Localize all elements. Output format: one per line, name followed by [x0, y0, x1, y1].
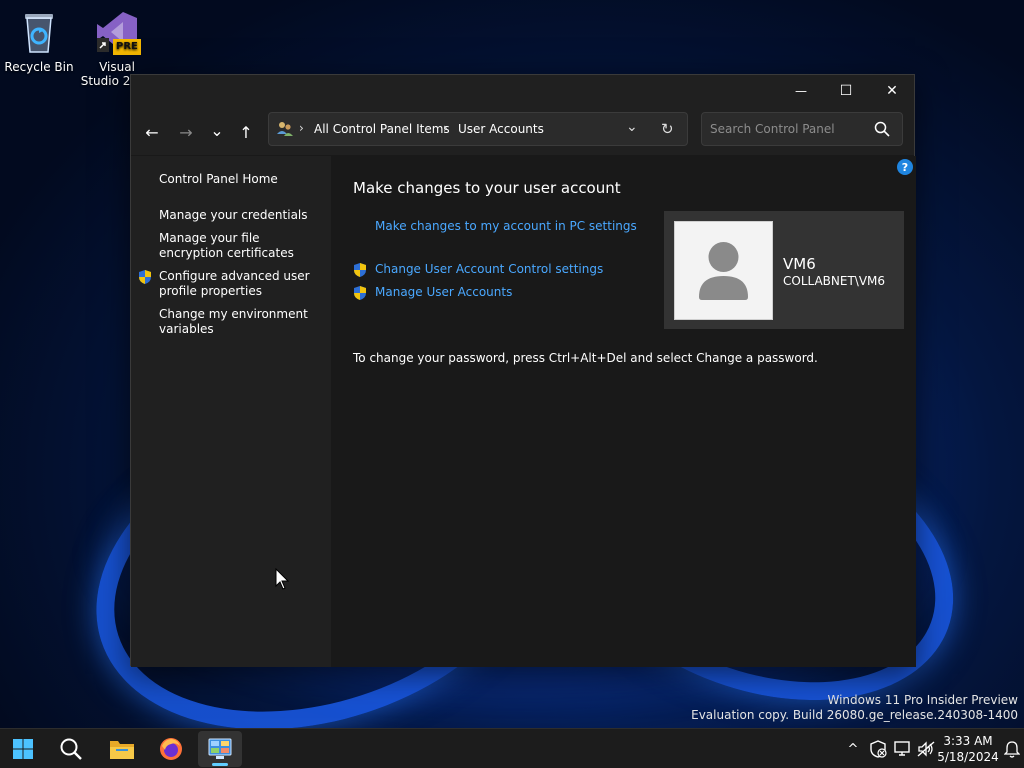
- uac-shield-icon: [138, 269, 152, 284]
- network-icon[interactable]: [892, 739, 912, 759]
- desktop-icon-label: Recycle Bin: [4, 60, 74, 74]
- back-button[interactable]: ←: [137, 117, 167, 147]
- avatar: [674, 221, 773, 320]
- windows-watermark: Windows 11 Pro Insider Preview Evaluatio…: [691, 693, 1018, 723]
- breadcrumb-user-accounts[interactable]: User Accounts: [458, 122, 544, 136]
- sidebar-link-advanced-profile[interactable]: Configure advanced user profile properti…: [159, 269, 324, 299]
- control-panel-taskbar-button[interactable]: [198, 731, 242, 767]
- maximize-button[interactable]: ☐: [823, 75, 869, 107]
- forward-button[interactable]: →: [171, 117, 201, 147]
- recent-locations-button[interactable]: ⌄: [202, 115, 232, 145]
- control-panel-window: — ☐ ✕ ← → ⌄ ↑ › All Control Panel Items …: [130, 74, 916, 667]
- up-button[interactable]: ↑: [231, 117, 261, 147]
- user-silhouette-icon: [699, 242, 748, 300]
- clock-time: 3:33 AM: [943, 734, 993, 748]
- search-icon[interactable]: [874, 121, 890, 141]
- start-button[interactable]: [1, 731, 45, 767]
- file-explorer-button[interactable]: [100, 731, 144, 767]
- folder-icon: [110, 741, 134, 759]
- page-title: Make changes to your user account: [353, 179, 621, 197]
- clock-date: 5/18/2024: [937, 750, 999, 764]
- chevron-down-icon[interactable]: ⌄: [626, 119, 638, 135]
- notifications-bell-icon[interactable]: [1002, 739, 1022, 759]
- firefox-button[interactable]: [149, 731, 193, 767]
- watermark-build: Evaluation copy. Build 26080.ge_release.…: [691, 708, 1018, 722]
- pc-settings-link[interactable]: Make changes to my account in PC setting…: [375, 219, 637, 233]
- taskbar-clock[interactable]: 3:33 AM 5/18/2024: [930, 733, 1006, 765]
- search-button[interactable]: [49, 731, 93, 767]
- uac-shield-icon: [353, 262, 367, 277]
- close-button[interactable]: ✕: [869, 75, 915, 107]
- user-domain: COLLABNET\VM6: [783, 274, 886, 288]
- sidebar-link-credentials[interactable]: Manage your credentials: [159, 208, 324, 223]
- sidebar-link-encryption[interactable]: Manage your file encryption certificates: [159, 231, 324, 261]
- watermark-edition: Windows 11 Pro Insider Preview: [827, 693, 1018, 707]
- navigation-toolbar: ← → ⌄ ↑ › All Control Panel Items › User…: [131, 107, 914, 155]
- desktop-icon-recycle-bin[interactable]: Recycle Bin: [1, 8, 77, 74]
- title-bar[interactable]: — ☐ ✕: [131, 75, 914, 107]
- mouse-cursor-icon: [275, 568, 289, 590]
- preview-badge: PRE: [113, 39, 141, 55]
- windows-logo-icon: [13, 739, 33, 759]
- users-icon: [276, 120, 294, 142]
- search-input[interactable]: [710, 121, 870, 137]
- manage-user-accounts-link[interactable]: Manage User Accounts: [375, 285, 512, 299]
- control-panel-home-link[interactable]: Control Panel Home: [159, 172, 324, 187]
- help-button[interactable]: ?: [897, 159, 913, 175]
- sidebar: Control Panel Home Manage your credentia…: [131, 156, 331, 667]
- minimize-button[interactable]: —: [778, 75, 824, 107]
- firefox-icon: [160, 738, 182, 760]
- address-bar[interactable]: › All Control Panel Items › User Account…: [268, 112, 688, 146]
- refresh-icon[interactable]: ↻: [661, 120, 674, 138]
- user-name: VM6: [783, 255, 816, 273]
- search-box[interactable]: [701, 112, 903, 146]
- show-hidden-icons-button[interactable]: ^: [843, 739, 863, 759]
- control-panel-icon: [208, 738, 232, 759]
- visual-studio-icon: PRE: [93, 8, 141, 56]
- sidebar-link-environment-variables[interactable]: Change my environment variables: [159, 307, 324, 337]
- recycle-bin-icon: [15, 8, 63, 56]
- taskbar: ^ 3:33 AM 5/18/2024: [0, 728, 1024, 768]
- security-status-icon[interactable]: [868, 739, 888, 759]
- password-instructions: To change your password, press Ctrl+Alt+…: [353, 351, 818, 365]
- search-icon: [60, 738, 82, 760]
- uac-shield-icon: [353, 285, 367, 300]
- user-card: VM6 COLLABNET\VM6: [664, 211, 904, 329]
- breadcrumb-all-control-panel-items[interactable]: All Control Panel Items: [314, 122, 450, 136]
- uac-settings-link[interactable]: Change User Account Control settings: [375, 262, 603, 276]
- main-content: Make changes to your user account Make c…: [331, 156, 916, 667]
- breadcrumb-separator: ›: [443, 121, 448, 135]
- breadcrumb-separator: ›: [299, 121, 304, 135]
